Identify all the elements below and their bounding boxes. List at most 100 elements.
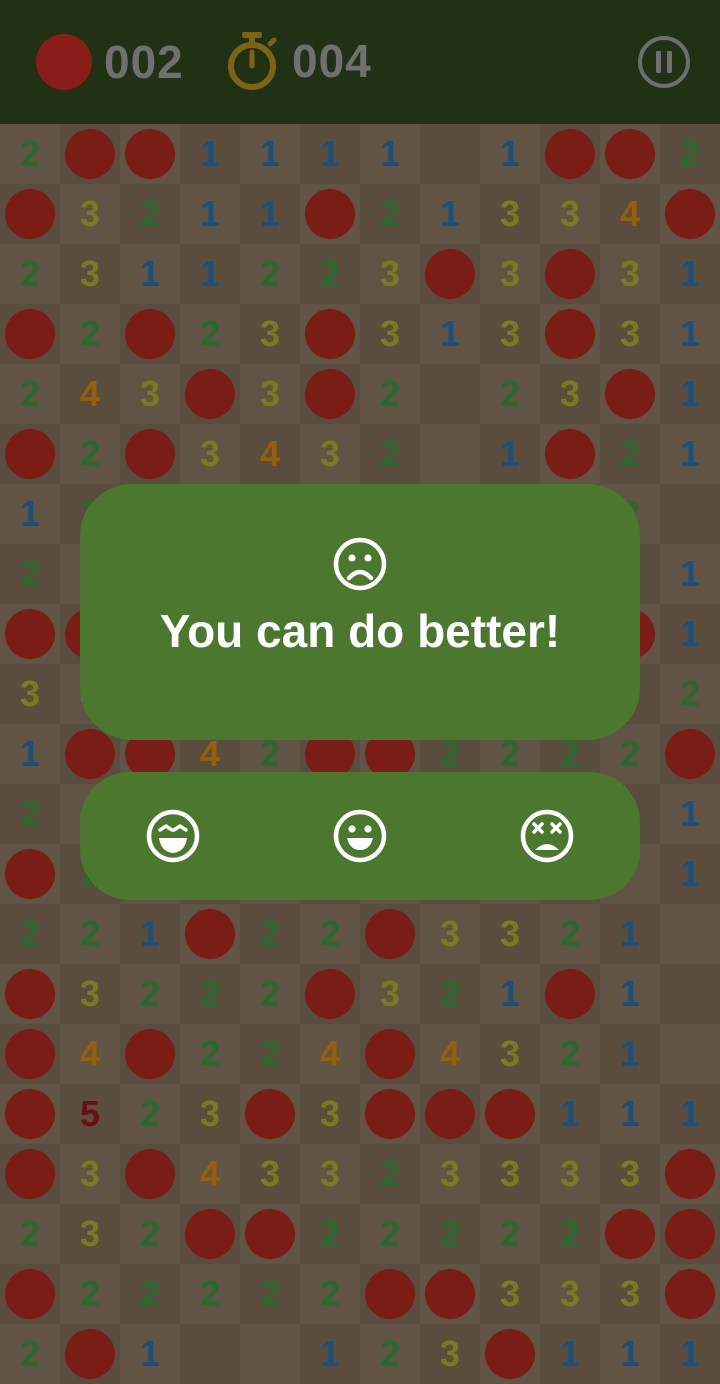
number-cell[interactable]: 1 xyxy=(660,424,720,484)
mine-cell[interactable] xyxy=(120,124,180,184)
number-cell[interactable]: 1 xyxy=(600,1024,660,1084)
mine-cell[interactable] xyxy=(660,1264,720,1324)
number-cell[interactable]: 3 xyxy=(240,364,300,424)
number-cell[interactable]: 1 xyxy=(540,1084,600,1144)
number-cell[interactable]: 1 xyxy=(480,424,540,484)
number-cell[interactable]: 3 xyxy=(540,1144,600,1204)
mine-cell[interactable] xyxy=(420,1084,480,1144)
number-cell[interactable]: 2 xyxy=(60,1264,120,1324)
number-cell[interactable]: 3 xyxy=(360,964,420,1024)
number-cell[interactable]: 4 xyxy=(180,1144,240,1204)
number-cell[interactable]: 2 xyxy=(120,184,180,244)
number-cell[interactable]: 2 xyxy=(60,424,120,484)
number-cell[interactable]: 2 xyxy=(300,904,360,964)
number-cell[interactable]: 2 xyxy=(240,244,300,304)
number-cell[interactable]: 1 xyxy=(120,1324,180,1384)
mine-cell[interactable] xyxy=(660,724,720,784)
number-cell[interactable]: 2 xyxy=(60,904,120,964)
number-cell[interactable]: 2 xyxy=(420,1204,480,1264)
number-cell[interactable]: 2 xyxy=(180,304,240,364)
number-cell[interactable]: 3 xyxy=(420,904,480,964)
number-cell[interactable]: 2 xyxy=(60,304,120,364)
number-cell[interactable]: 2 xyxy=(0,244,60,304)
laughing-face-icon[interactable] xyxy=(145,808,201,864)
number-cell[interactable]: 2 xyxy=(0,904,60,964)
number-cell[interactable]: 3 xyxy=(0,664,60,724)
mine-cell[interactable] xyxy=(540,304,600,364)
number-cell[interactable]: 1 xyxy=(480,964,540,1024)
number-cell[interactable]: 1 xyxy=(660,364,720,424)
number-cell[interactable]: 3 xyxy=(180,1084,240,1144)
number-cell[interactable]: 3 xyxy=(540,1264,600,1324)
number-cell[interactable]: 1 xyxy=(120,904,180,964)
number-cell[interactable]: 3 xyxy=(240,304,300,364)
number-cell[interactable]: 2 xyxy=(540,904,600,964)
mine-cell[interactable] xyxy=(540,244,600,304)
mine-cell[interactable] xyxy=(0,304,60,364)
number-cell[interactable]: 1 xyxy=(660,244,720,304)
number-cell[interactable]: 3 xyxy=(180,424,240,484)
mine-cell[interactable] xyxy=(300,364,360,424)
number-cell[interactable]: 1 xyxy=(360,124,420,184)
empty-cell[interactable] xyxy=(240,1324,300,1384)
number-cell[interactable]: 1 xyxy=(600,1084,660,1144)
number-cell[interactable]: 2 xyxy=(120,964,180,1024)
number-cell[interactable]: 2 xyxy=(0,1204,60,1264)
mine-cell[interactable] xyxy=(360,1264,420,1324)
number-cell[interactable]: 4 xyxy=(600,184,660,244)
number-cell[interactable]: 1 xyxy=(0,724,60,784)
number-cell[interactable]: 1 xyxy=(180,184,240,244)
number-cell[interactable]: 2 xyxy=(180,1024,240,1084)
mine-cell[interactable] xyxy=(540,964,600,1024)
number-cell[interactable]: 2 xyxy=(540,1204,600,1264)
empty-cell[interactable] xyxy=(660,484,720,544)
number-cell[interactable]: 3 xyxy=(600,1264,660,1324)
mine-cell[interactable] xyxy=(420,1264,480,1324)
empty-cell[interactable] xyxy=(660,904,720,964)
number-cell[interactable]: 3 xyxy=(60,184,120,244)
number-cell[interactable]: 3 xyxy=(480,244,540,304)
number-cell[interactable]: 3 xyxy=(120,364,180,424)
empty-cell[interactable] xyxy=(180,1324,240,1384)
number-cell[interactable]: 2 xyxy=(540,1024,600,1084)
number-cell[interactable]: 3 xyxy=(420,1324,480,1384)
number-cell[interactable]: 2 xyxy=(360,184,420,244)
mine-cell[interactable] xyxy=(360,904,420,964)
number-cell[interactable]: 3 xyxy=(60,964,120,1024)
mine-cell[interactable] xyxy=(360,1084,420,1144)
mine-cell[interactable] xyxy=(0,604,60,664)
number-cell[interactable]: 3 xyxy=(60,244,120,304)
number-cell[interactable]: 1 xyxy=(600,904,660,964)
number-cell[interactable]: 1 xyxy=(600,964,660,1024)
mine-cell[interactable] xyxy=(180,904,240,964)
dizzy-face-icon[interactable] xyxy=(519,808,575,864)
number-cell[interactable]: 2 xyxy=(120,1204,180,1264)
mine-cell[interactable] xyxy=(480,1084,540,1144)
number-cell[interactable]: 3 xyxy=(480,1024,540,1084)
mine-cell[interactable] xyxy=(600,364,660,424)
number-cell[interactable]: 3 xyxy=(360,304,420,364)
number-cell[interactable]: 2 xyxy=(0,124,60,184)
number-cell[interactable]: 3 xyxy=(360,244,420,304)
number-cell[interactable]: 2 xyxy=(180,1264,240,1324)
mine-cell[interactable] xyxy=(120,424,180,484)
number-cell[interactable]: 4 xyxy=(240,424,300,484)
number-cell[interactable]: 3 xyxy=(300,1144,360,1204)
number-cell[interactable]: 3 xyxy=(480,184,540,244)
mine-cell[interactable] xyxy=(660,1204,720,1264)
number-cell[interactable]: 2 xyxy=(240,1024,300,1084)
mine-cell[interactable] xyxy=(300,304,360,364)
number-cell[interactable]: 3 xyxy=(60,1204,120,1264)
number-cell[interactable]: 1 xyxy=(660,784,720,844)
number-cell[interactable]: 5 xyxy=(60,1084,120,1144)
number-cell[interactable]: 3 xyxy=(60,1144,120,1204)
mine-cell[interactable] xyxy=(300,184,360,244)
number-cell[interactable]: 1 xyxy=(420,184,480,244)
number-cell[interactable]: 2 xyxy=(180,964,240,1024)
mine-cell[interactable] xyxy=(0,1024,60,1084)
number-cell[interactable]: 2 xyxy=(0,364,60,424)
number-cell[interactable]: 2 xyxy=(300,244,360,304)
number-cell[interactable]: 1 xyxy=(240,184,300,244)
number-cell[interactable]: 3 xyxy=(300,1084,360,1144)
mine-cell[interactable] xyxy=(0,184,60,244)
